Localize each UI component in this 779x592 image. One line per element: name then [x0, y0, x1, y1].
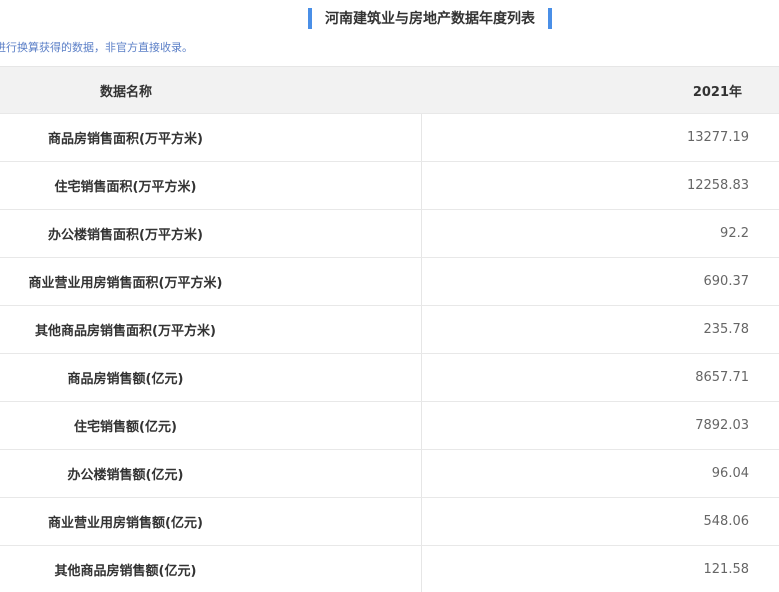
row-name: 办公楼销售面积(万平方米): [0, 210, 422, 257]
data-table: 数据名称 2021年 商品房销售面积(万平方米) 13277.19 住宅销售面积…: [0, 66, 779, 592]
row-name: 其他商品房销售面积(万平方米): [0, 306, 422, 353]
table-row: 其他商品房销售额(亿元) 121.58: [0, 546, 779, 592]
table-row: 商品房销售面积(万平方米) 13277.19: [0, 114, 779, 162]
title-right-bar: [548, 7, 552, 29]
table-row: 商业营业用房销售额(亿元) 548.06: [0, 498, 779, 546]
row-value: 12258.83: [686, 178, 749, 193]
row-value: 235.78: [703, 322, 750, 337]
table-row: 办公楼销售额(亿元) 96.04: [0, 450, 779, 498]
row-name: 商业营业用房销售额(亿元): [0, 498, 422, 545]
row-name: 住宅销售额(亿元): [0, 402, 422, 449]
row-name: 住宅销售面积(万平方米): [0, 162, 422, 209]
table-header: 数据名称 2021年: [0, 66, 779, 114]
header-year: 2021年: [692, 84, 742, 100]
row-name: 其他商品房销售额(亿元): [0, 546, 422, 592]
table-row: 办公楼销售面积(万平方米) 92.2: [0, 210, 779, 258]
table-row: 其他商品房销售面积(万平方米) 235.78: [0, 306, 779, 354]
table-row: 商业营业用房销售面积(万平方米) 690.37: [0, 258, 779, 306]
table-row: 住宅销售面积(万平方米) 12258.83: [0, 162, 779, 210]
header-name: 数据名称: [99, 84, 152, 100]
row-name: 商品房销售面积(万平方米): [0, 114, 422, 161]
title-area: 河南建筑业与房地产数据年度列表: [0, 7, 779, 29]
row-value: 548.06: [703, 514, 750, 529]
data-note: 进行换算获得的数据，非官方直接收录。: [0, 41, 193, 54]
row-name: 商业营业用房销售面积(万平方米): [0, 258, 422, 305]
title-block: 河南建筑业与房地产数据年度列表: [308, 7, 552, 29]
page: 河南建筑业与房地产数据年度列表 进行换算获得的数据，非官方直接收录。 数据名称 …: [0, 0, 779, 592]
row-value: 121.58: [703, 562, 750, 577]
page-title: 河南建筑业与房地产数据年度列表: [325, 11, 535, 27]
row-value: 92.2: [720, 226, 749, 241]
table-row: 住宅销售额(亿元) 7892.03: [0, 402, 779, 450]
row-name: 商品房销售额(亿元): [0, 354, 422, 401]
row-name: 办公楼销售额(亿元): [0, 450, 422, 497]
table-row: 商品房销售额(亿元) 8657.71: [0, 354, 779, 402]
row-value: 7892.03: [695, 418, 749, 433]
row-value: 96.04: [711, 466, 749, 481]
row-value: 8657.71: [695, 370, 749, 385]
row-value: 690.37: [703, 274, 750, 289]
row-value: 13277.19: [686, 130, 749, 145]
